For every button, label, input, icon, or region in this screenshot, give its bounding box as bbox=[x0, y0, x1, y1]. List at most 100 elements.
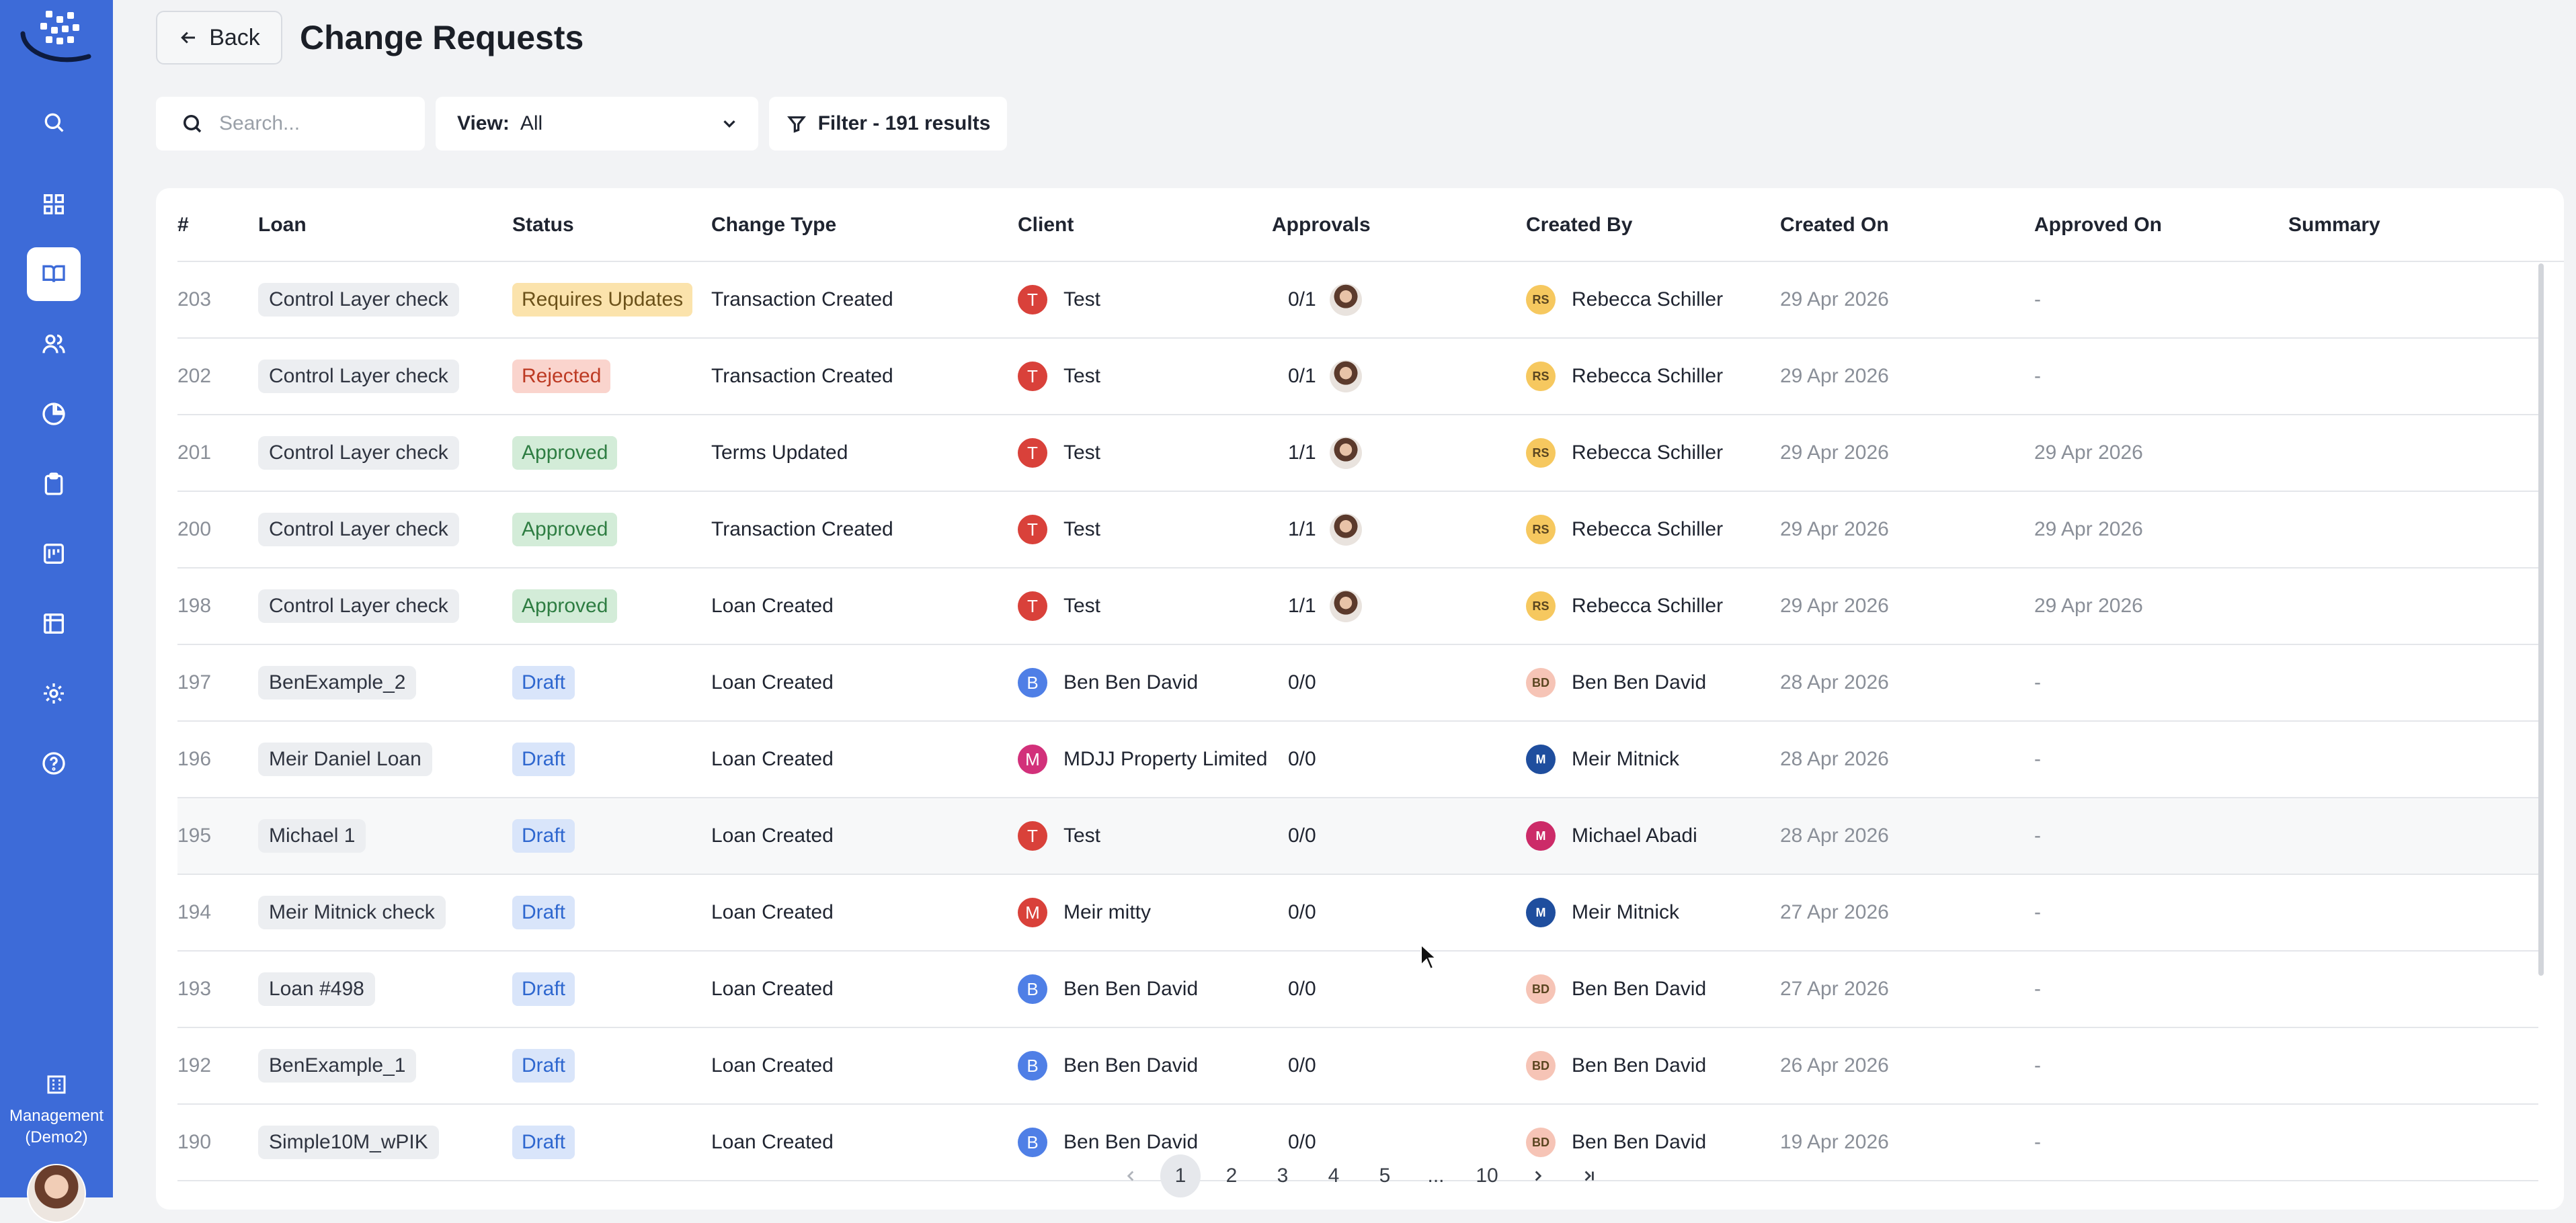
loan-chip[interactable]: Loan #498 bbox=[258, 972, 375, 1006]
approvals-cell: 1/1 bbox=[1288, 492, 1362, 567]
column-loan[interactable]: Loan bbox=[258, 214, 307, 237]
table-row[interactable]: 192 BenExample_1 Draft Loan Created B Ben Ben… bbox=[177, 1028, 2538, 1105]
pagination: 1 2 3 4 5 ... 10 bbox=[0, 1154, 2576, 1197]
prev-page-button[interactable] bbox=[1111, 1154, 1151, 1197]
client-name: Ben Ben David bbox=[1063, 1131, 1199, 1153]
column-created-on[interactable]: Created On bbox=[1780, 214, 1889, 237]
table-row[interactable]: 195 Michael 1 Draft Loan Created T Test 0/0 M Mi… bbox=[177, 798, 2538, 875]
created-by-cell: M Meir Mitnick bbox=[1526, 722, 1679, 797]
approved-on-cell: - bbox=[2034, 901, 2041, 923]
creator-name: Rebecca Schiller bbox=[1572, 441, 1724, 464]
column-client[interactable]: Client bbox=[1018, 214, 1074, 237]
table-row[interactable]: 196 Meir Daniel Loan Draft Loan Created M MDJ… bbox=[177, 722, 2538, 798]
view-label: View: bbox=[457, 112, 510, 134]
created-on-cell: 29 Apr 2026 bbox=[1780, 518, 1889, 540]
nav-help[interactable] bbox=[27, 736, 81, 790]
row-number: 193 bbox=[177, 978, 212, 1000]
client-cell: T Test bbox=[1018, 492, 1100, 567]
nav-settings[interactable] bbox=[27, 667, 81, 720]
nav-loans[interactable] bbox=[27, 247, 81, 301]
table-row[interactable]: 193 Loan #498 Draft Loan Created B Ben Ben Da… bbox=[177, 952, 2538, 1028]
loan-chip[interactable]: BenExample_1 bbox=[258, 1049, 417, 1083]
book-open-icon bbox=[42, 265, 65, 282]
column-approvals[interactable]: Approvals bbox=[1272, 214, 1371, 237]
approvals-cell: 0/0 bbox=[1288, 1028, 1316, 1103]
client-avatar: M bbox=[1018, 898, 1047, 927]
next-page-button[interactable] bbox=[1518, 1154, 1558, 1197]
table-scrollbar[interactable] bbox=[2538, 263, 2544, 976]
approvals-cell: 0/0 bbox=[1288, 798, 1316, 874]
column-number[interactable]: # bbox=[177, 214, 189, 237]
status-cell: Rejected bbox=[512, 339, 611, 414]
nav-users[interactable] bbox=[27, 317, 81, 371]
change-type-cell: Transaction Created bbox=[711, 288, 893, 310]
loan-chip[interactable]: Michael 1 bbox=[258, 819, 366, 853]
column-summary[interactable]: Summary bbox=[2288, 214, 2380, 237]
loan-chip[interactable]: Control Layer check bbox=[258, 513, 459, 546]
approvals-count: 1/1 bbox=[1288, 595, 1316, 617]
search-input[interactable] bbox=[218, 112, 409, 136]
nav-reports[interactable] bbox=[27, 387, 81, 441]
approved-on-cell: - bbox=[2034, 671, 2041, 693]
loan-chip[interactable]: Control Layer check bbox=[258, 589, 459, 623]
management-label: Management (Demo2) bbox=[9, 1107, 104, 1146]
client-cell: B Ben Ben David bbox=[1018, 952, 1198, 1027]
status-badge: Rejected bbox=[512, 360, 611, 393]
row-number: 198 bbox=[177, 595, 212, 617]
mouse-cursor-icon bbox=[1420, 943, 1436, 970]
page-1-button[interactable]: 1 bbox=[1160, 1154, 1201, 1197]
nav-tasks[interactable] bbox=[27, 457, 81, 511]
loan-cell: Michael 1 bbox=[258, 798, 366, 874]
column-created-by[interactable]: Created By bbox=[1526, 214, 1632, 237]
view-select[interactable]: View: All bbox=[436, 97, 758, 151]
loan-cell: Control Layer check bbox=[258, 262, 459, 337]
app-logo[interactable] bbox=[17, 7, 95, 66]
page-2-button[interactable]: 2 bbox=[1211, 1154, 1252, 1197]
column-approved-on[interactable]: Approved On bbox=[2034, 214, 2162, 237]
loan-chip[interactable]: BenExample_2 bbox=[258, 666, 417, 700]
nav-board[interactable] bbox=[27, 527, 81, 581]
table-row[interactable]: 201 Control Layer check Approved Terms Upda… bbox=[177, 415, 2538, 492]
table-row[interactable]: 203 Control Layer check Requires Updates Tr… bbox=[177, 262, 2538, 339]
loan-chip[interactable]: Control Layer check bbox=[258, 436, 459, 470]
search-icon bbox=[44, 113, 64, 132]
loan-chip[interactable]: Control Layer check bbox=[258, 283, 459, 317]
page-10-button[interactable]: 10 bbox=[1467, 1154, 1507, 1197]
table-row[interactable]: 194 Meir Mitnick check Draft Loan Created M M… bbox=[177, 875, 2538, 952]
table-row[interactable]: 197 BenExample_2 Draft Loan Created B Ben Ben… bbox=[177, 645, 2538, 722]
column-change-type[interactable]: Change Type bbox=[711, 214, 836, 237]
client-avatar: B bbox=[1018, 1051, 1047, 1081]
column-status[interactable]: Status bbox=[512, 214, 574, 237]
status-cell: Draft bbox=[512, 875, 575, 950]
creator-avatar: RS bbox=[1526, 362, 1556, 391]
filter-button[interactable]: Filter - 191 results bbox=[769, 97, 1007, 151]
search-field[interactable] bbox=[156, 97, 425, 151]
page-4-button[interactable]: 4 bbox=[1314, 1154, 1354, 1197]
loan-chip[interactable]: Control Layer check bbox=[258, 360, 459, 393]
client-cell: T Test bbox=[1018, 798, 1100, 874]
client-cell: M MDJJ Property Limited bbox=[1018, 722, 1267, 797]
status-badge: Draft bbox=[512, 972, 575, 1006]
creator-avatar: RS bbox=[1526, 591, 1556, 621]
management-switcher[interactable]: Management (Demo2) bbox=[0, 1072, 113, 1148]
status-badge: Draft bbox=[512, 1049, 575, 1083]
table-row[interactable]: 198 Control Layer check Approved Loan Creat… bbox=[177, 568, 2538, 645]
client-cell: B Ben Ben David bbox=[1018, 645, 1198, 720]
loan-chip[interactable]: Meir Mitnick check bbox=[258, 896, 446, 929]
nav-search[interactable] bbox=[27, 95, 81, 149]
table-row[interactable]: 200 Control Layer check Approved Transactio… bbox=[177, 492, 2538, 568]
last-page-button[interactable] bbox=[1569, 1154, 1609, 1197]
table-row[interactable]: 202 Control Layer check Rejected Transactio… bbox=[177, 339, 2538, 415]
page-5-button[interactable]: 5 bbox=[1365, 1154, 1405, 1197]
status-badge: Draft bbox=[512, 896, 575, 929]
approved-on-cell: 29 Apr 2026 bbox=[2034, 595, 2143, 617]
table-header: # Loan Status Change Type Client Approva… bbox=[177, 188, 2564, 262]
back-button[interactable]: Back bbox=[156, 11, 282, 65]
loan-chip[interactable]: Meir Daniel Loan bbox=[258, 743, 432, 776]
created-on-cell: 27 Apr 2026 bbox=[1780, 978, 1889, 1000]
nav-dashboard[interactable] bbox=[27, 177, 81, 231]
page-3-button[interactable]: 3 bbox=[1262, 1154, 1303, 1197]
change-type-cell: Loan Created bbox=[711, 978, 834, 1000]
approvals-cell: 0/0 bbox=[1288, 722, 1316, 797]
nav-tables[interactable] bbox=[27, 597, 81, 650]
